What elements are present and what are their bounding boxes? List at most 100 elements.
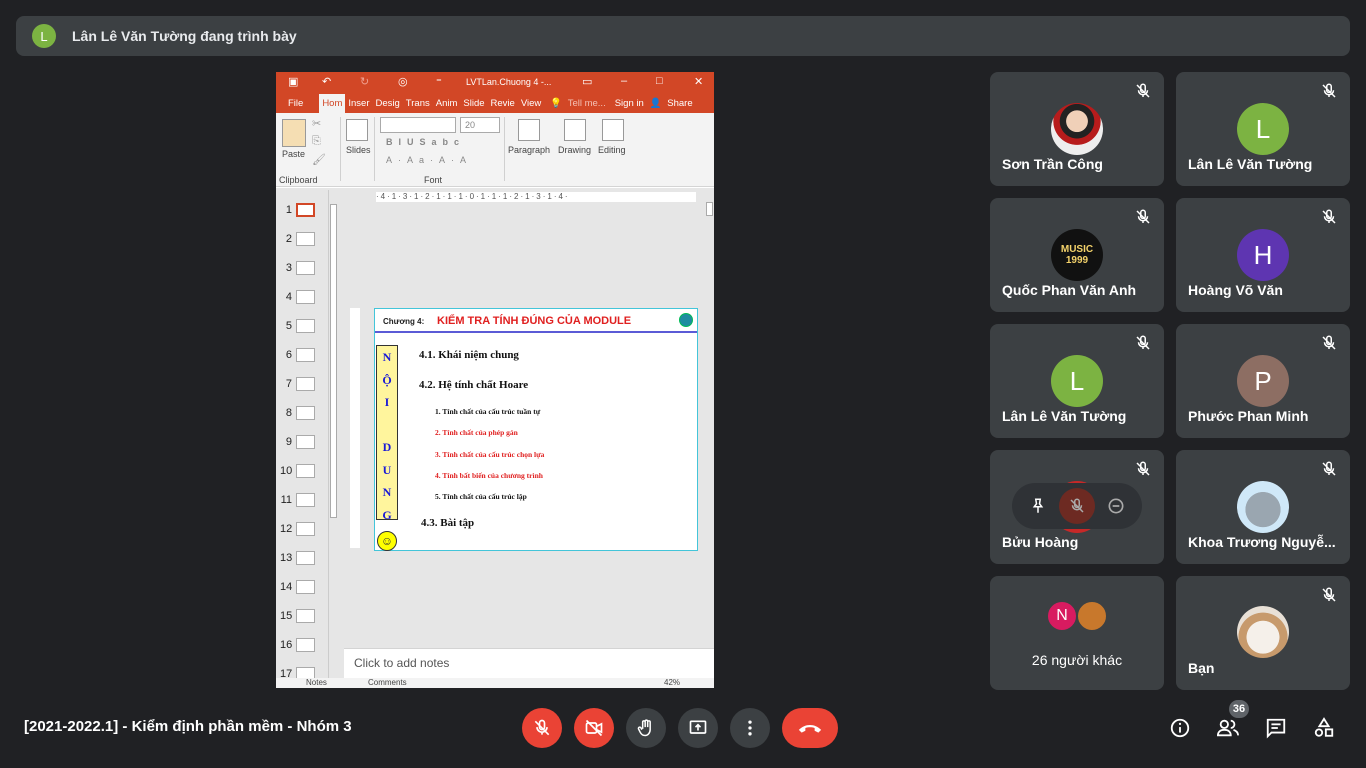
self-tile[interactable]: Bạn: [1176, 576, 1350, 690]
participant-tile[interactable]: Sơn Trần Công: [990, 72, 1164, 186]
close-icon[interactable]: ✕: [694, 75, 703, 88]
presenter-avatar: L: [32, 24, 56, 48]
tab-review[interactable]: Revie: [488, 98, 518, 113]
avatar: L: [1237, 103, 1289, 155]
ribbon: Paste ✂ ⎘ 🖌 Clipboard Slides 20 BIUSabc …: [276, 113, 714, 187]
customize-icon[interactable]: ⁼: [436, 75, 442, 88]
ribbon-tabs: File Hom Inser Desig Trans Anim Slide Re…: [276, 92, 714, 113]
avatar: P: [1237, 355, 1289, 407]
more-vert-icon: [748, 720, 752, 736]
participant-tile[interactable]: Khoa Trương Nguyễ...: [1176, 450, 1350, 564]
smiley-icon: ☺: [377, 531, 397, 551]
search-icon[interactable]: [602, 119, 624, 141]
meeting-details-button[interactable]: [1167, 715, 1193, 741]
participant-tile[interactable]: Bửu Hoàng: [990, 450, 1164, 564]
sign-in-link[interactable]: Sign in: [612, 98, 647, 113]
participant-name: Lân Lê Văn Tường: [1002, 408, 1127, 424]
copy-icon[interactable]: ⎘: [312, 135, 321, 148]
participant-tile[interactable]: L Lân Lê Văn Tường: [990, 324, 1164, 438]
editing-label: Editing: [598, 145, 626, 155]
tab-insert[interactable]: Inser: [345, 98, 372, 113]
redo-icon[interactable]: ↻: [360, 75, 369, 88]
zoom-level[interactable]: 42%: [664, 678, 680, 687]
editor-scrollbar[interactable]: [705, 188, 714, 668]
status-bar: Notes Comments 42%: [276, 678, 714, 688]
leave-call-button[interactable]: [782, 708, 838, 748]
participant-tile[interactable]: P Phước Phan Minh: [1176, 324, 1350, 438]
people-button[interactable]: [1215, 715, 1241, 741]
font-name-input[interactable]: [380, 117, 456, 133]
tab-slideshow[interactable]: Slide: [460, 98, 487, 113]
thumbnail-scrollbar[interactable]: [328, 190, 338, 678]
font-size-input[interactable]: 20: [460, 117, 500, 133]
cut-icon[interactable]: ✂: [312, 117, 321, 130]
new-slide-icon[interactable]: [346, 119, 368, 141]
tab-file[interactable]: File: [276, 98, 319, 113]
paste-label: Paste: [282, 149, 306, 159]
minimize-icon[interactable]: –: [621, 75, 627, 87]
slide-title: KIỂM TRA TÍNH ĐÚNG CỦA MODULE: [437, 315, 632, 327]
paragraph-icon[interactable]: [518, 119, 540, 141]
mic-off-icon: [1322, 83, 1336, 98]
undo-icon[interactable]: ↶: [322, 75, 331, 88]
drawing-icon[interactable]: [564, 119, 586, 141]
chat-button[interactable]: [1263, 715, 1289, 741]
pin-icon[interactable]: [1020, 488, 1056, 524]
tab-home[interactable]: Hom: [319, 94, 346, 113]
present-icon[interactable]: ◎: [398, 75, 408, 88]
activities-button[interactable]: [1311, 715, 1337, 741]
thumbnail-image: [296, 406, 315, 420]
others-tile[interactable]: N 26 người khác: [990, 576, 1164, 690]
list-item: 3. Tính chất của cấu trúc chọn lựa: [435, 450, 545, 459]
scrollbar-thumb[interactable]: [330, 204, 337, 518]
presentation-screen[interactable]: ▣ ↶ ↻ ◎ ⁼ LVTLan.Chuong 4 -... ▭ – □ ✕ F…: [276, 72, 714, 688]
raise-hand-button[interactable]: [626, 708, 666, 748]
font-format-buttons[interactable]: BIUSabc: [386, 137, 465, 147]
participant-tile[interactable]: L Lân Lê Văn Tường: [1176, 72, 1350, 186]
slide-logo-icon: [679, 313, 693, 327]
tab-design[interactable]: Desig: [373, 98, 403, 113]
format-painter-icon[interactable]: 🖌: [312, 153, 326, 166]
ppt-titlebar: ▣ ↶ ↻ ◎ ⁼ LVTLan.Chuong 4 -... ▭ – □ ✕: [276, 72, 714, 92]
camera-toggle[interactable]: [574, 708, 614, 748]
remove-from-view-icon[interactable]: [1098, 488, 1134, 524]
font-color-buttons[interactable]: A·Aa·A·A: [386, 155, 472, 165]
paste-icon[interactable]: [282, 119, 306, 147]
current-slide[interactable]: Chương 4: KIỂM TRA TÍNH ĐÚNG CỦA MODULE …: [374, 308, 698, 551]
more-options-button[interactable]: [730, 708, 770, 748]
thumbnail-number: 13: [280, 552, 293, 564]
save-icon[interactable]: ▣: [288, 75, 298, 88]
side-banner: N Ộ I D U N G: [376, 345, 398, 522]
tab-transitions[interactable]: Trans: [403, 98, 433, 113]
present-screen-icon: [689, 720, 707, 734]
tab-view[interactable]: View: [518, 98, 544, 113]
present-now-button[interactable]: [678, 708, 718, 748]
notes-button[interactable]: Notes: [306, 678, 327, 687]
participant-tile[interactable]: MUSIC 1999 Quốc Phan Văn Anh: [990, 198, 1164, 312]
avatar: [1237, 606, 1289, 658]
side-letter: N: [382, 485, 392, 499]
avatar: H: [1237, 229, 1289, 281]
thumbnail-number: 2: [285, 233, 292, 245]
presenter-text: Lân Lê Văn Tường đang trình bày: [72, 28, 297, 44]
thumbnail-number: 4: [285, 291, 292, 303]
notes-pane[interactable]: Click to add notes: [344, 648, 714, 676]
mute-participant-icon[interactable]: [1059, 488, 1095, 524]
document-title: LVTLan.Chuong 4 -...: [466, 77, 552, 87]
thumbnail-number: 3: [285, 262, 292, 274]
comments-button[interactable]: Comments: [368, 678, 407, 687]
participant-tile[interactable]: H Hoàng Võ Văn: [1176, 198, 1350, 312]
scrollbar-thumb[interactable]: [706, 202, 713, 216]
people-icon: [1216, 719, 1239, 737]
mic-off-icon: [1322, 335, 1336, 350]
share-button[interactable]: 👤 Share: [647, 98, 699, 113]
thumbnail-number: 1: [285, 204, 292, 216]
presenter-banner: L Lân Lê Văn Tường đang trình bày: [16, 16, 1350, 56]
ribbon-options-icon[interactable]: ▭: [582, 75, 592, 88]
microphone-toggle[interactable]: [522, 708, 562, 748]
tab-animations[interactable]: Anim: [433, 98, 461, 113]
heading-4-1: 4.1. Khái niệm chung: [419, 349, 519, 361]
side-letter: I: [384, 395, 390, 409]
maximize-icon[interactable]: □: [656, 75, 663, 87]
tell-me[interactable]: 💡 Tell me...: [544, 98, 611, 113]
